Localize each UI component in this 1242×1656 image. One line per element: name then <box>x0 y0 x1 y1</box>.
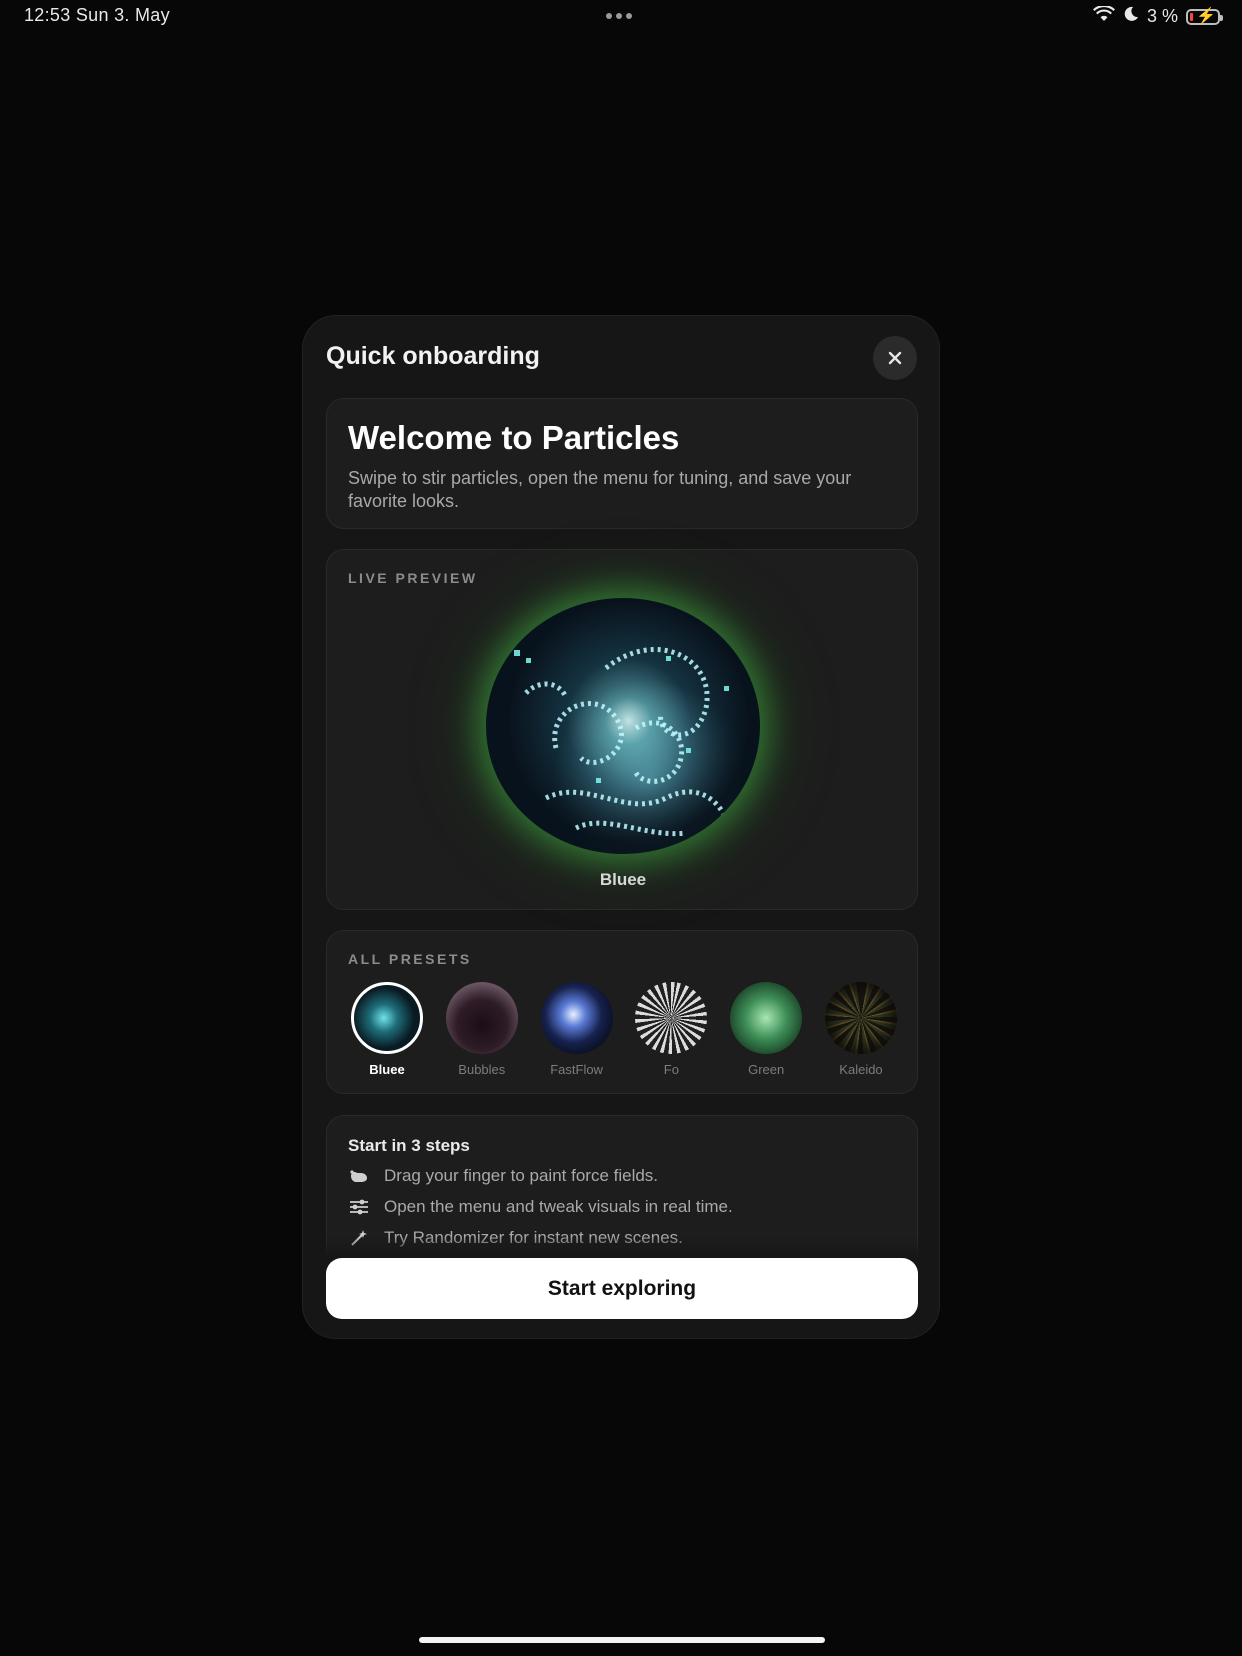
onboarding-modal: Quick onboarding Welcome to Particles Sw… <box>302 315 940 1339</box>
battery-percent: 3 % <box>1146 6 1178 26</box>
wifi-icon <box>1092 4 1115 27</box>
preset-label: Bubbles <box>458 1062 506 1077</box>
all-presets-card: ALL PRESETS Bluee Bubbles FastFlow Fo Gr… <box>326 930 918 1094</box>
preset-bluee[interactable]: Bluee <box>347 982 427 1077</box>
start-exploring-button[interactable]: Start exploring <box>326 1258 918 1319</box>
welcome-card: Welcome to Particles Swipe to stir parti… <box>326 398 918 529</box>
step-item: Open the menu and tweak visuals in real … <box>348 1197 733 1217</box>
preset-thumbnail <box>730 982 803 1054</box>
preset-thumbnail <box>540 982 613 1054</box>
status-time-date: 12:53 Sun 3. May <box>24 5 170 25</box>
preset-green[interactable]: Green <box>726 982 806 1077</box>
step-text: Drag your finger to paint force fields. <box>384 1166 659 1185</box>
preset-fastflow[interactable]: FastFlow <box>537 982 617 1077</box>
close-button[interactable] <box>873 336 917 380</box>
preset-label: Green <box>748 1062 785 1077</box>
preset-kaleido[interactable]: Kaleido <box>821 982 901 1077</box>
status-indicators: 3 % ⚡ <box>1092 4 1223 27</box>
preset-bubbles[interactable]: Bubbles <box>442 982 522 1077</box>
close-icon <box>888 351 902 365</box>
live-preview-orb[interactable] <box>486 598 760 854</box>
welcome-body: Swipe to stir particles, open the menu f… <box>348 468 852 511</box>
live-preview-card: LIVE PREVIEW Bluee <box>326 549 918 910</box>
preset-label: Fo <box>663 1062 679 1077</box>
steps-heading: Start in 3 steps <box>348 1136 470 1155</box>
step-text: Open the menu and tweak visuals in real … <box>384 1197 733 1216</box>
status-bar: 12:53 Sun 3. May 3 % ⚡ <box>0 0 1242 34</box>
all-presets-label: ALL PRESETS <box>348 951 472 967</box>
preset-thumbnail <box>351 982 423 1054</box>
preview-preset-name: Bluee <box>599 870 647 889</box>
moon-icon <box>1123 6 1139 27</box>
preset-label: FastFlow <box>550 1062 603 1077</box>
welcome-heading: Welcome to Particles <box>348 419 680 456</box>
preset-label: Bluee <box>369 1062 405 1077</box>
multitasking-dots[interactable] <box>606 13 632 19</box>
live-preview-label: LIVE PREVIEW <box>348 570 478 586</box>
preset-thumbnail <box>635 982 708 1054</box>
home-indicator[interactable] <box>419 1637 825 1643</box>
preset-label: Kaleido <box>839 1062 883 1077</box>
hand-drag-icon <box>348 1166 370 1186</box>
preset-fo[interactable]: Fo <box>631 982 711 1077</box>
preset-thumbnail <box>824 982 897 1054</box>
preset-thumbnail <box>445 982 518 1054</box>
battery-charging-icon: ⚡ <box>1186 8 1223 25</box>
modal-title: Quick onboarding <box>326 342 540 370</box>
step-item: Drag your finger to paint force fields. <box>348 1166 658 1186</box>
preset-list: Bluee Bubbles FastFlow Fo Green Kaleido <box>347 982 901 1077</box>
sliders-icon <box>348 1197 370 1217</box>
